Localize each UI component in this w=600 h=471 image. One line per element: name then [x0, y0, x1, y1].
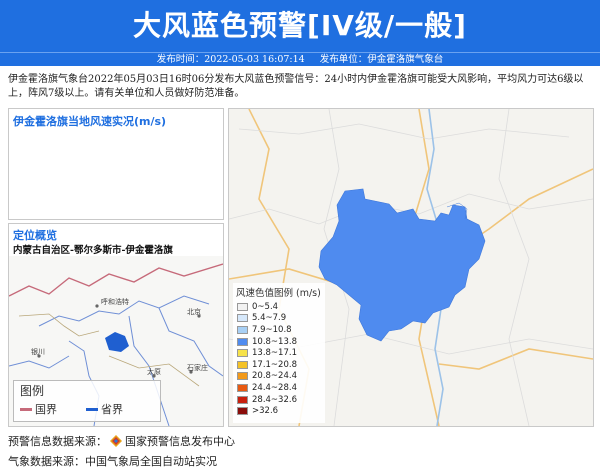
release-center-logo-icon [110, 435, 122, 447]
weather-source-link[interactable]: 中国气象局全国自动站实况 [85, 455, 217, 468]
map-legend: 图例 国界 省界 [13, 380, 161, 422]
weather-source: 气象数据来源：中国气象局全国自动站实况 [8, 455, 217, 468]
wind-color-legend: 风速色值图例 (m/s) 0~5.4 5.4~7.9 7.9~10.8 10.8… [233, 283, 325, 423]
wind-legend-row: 10.8~13.8 [233, 336, 325, 348]
wind-legend-row: >32.6 [233, 405, 325, 417]
wind-legend-row: 0~5.4 [233, 301, 325, 313]
place-beijing: 北京 [187, 307, 201, 316]
meta-bar: 发布时间：2022-05-03 16:07:14 发布单位：伊金霍洛旗气象台 [0, 52, 600, 66]
wind-speed-panel: 伊金霍洛旗当地风速实况(m/s) [8, 108, 224, 220]
wind-panel-title: 伊金霍洛旗当地风速实况(m/s) [13, 115, 167, 128]
location-panel: 定位概览 内蒙古自治区-鄂尔多斯市-伊金霍洛旗 呼和浩特 北京 太原 石家庄 银… [8, 223, 224, 427]
place-shijiazhuang: 石家庄 [187, 363, 208, 372]
place-taiyuan: 太原 [147, 367, 161, 376]
location-path: 内蒙古自治区-鄂尔多斯市-伊金霍洛旗 [13, 245, 173, 256]
publish-time: 发布时间：2022-05-03 16:07:14 [156, 54, 305, 65]
location-panel-title: 定位概览 [13, 229, 57, 242]
wind-legend-title: 风速色值图例 (m/s) [236, 288, 321, 299]
wind-legend-row: 5.4~7.9 [233, 313, 325, 325]
wind-legend-row: 17.1~20.8 [233, 359, 325, 371]
legend-title: 图例 [20, 384, 45, 398]
warning-source: 预警信息数据来源： 国家预警信息发布中心 [8, 435, 235, 448]
wind-legend-row: 24.4~28.4 [233, 382, 325, 394]
warning-title: 大风蓝色预警[IV级/一般] [133, 9, 467, 42]
data-sources: 预警信息数据来源： 国家预警信息发布中心 气象数据来源：中国气象局全国自动站实况 [8, 432, 235, 471]
warning-map-panel: 风速色值图例 (m/s) 0~5.4 5.4~7.9 7.9~10.8 10.8… [228, 108, 594, 427]
legend-item-province-border: 省界 [86, 401, 123, 417]
province-border-swatch [86, 407, 98, 411]
wind-legend-row: 28.4~32.6 [233, 394, 325, 406]
wind-legend-row: 20.8~24.4 [233, 371, 325, 383]
warning-description: 伊金霍洛旗气象台2022年05月03日16时06分发布大风蓝色预警信号：24小时… [8, 74, 584, 99]
wind-legend-row: 7.9~10.8 [233, 324, 325, 336]
wind-legend-row: 13.8~17.1 [233, 347, 325, 359]
legend-item-national-border: 国界 [20, 401, 57, 417]
publisher: 发布单位：伊金霍洛旗气象台 [319, 54, 444, 65]
place-hohhot: 呼和浩特 [101, 297, 129, 306]
national-border-swatch [20, 407, 32, 411]
place-yinchuan: 银川 [31, 347, 45, 356]
warning-banner: 大风蓝色预警[IV级/一般] [0, 0, 600, 52]
warning-source-link[interactable]: 国家预警信息发布中心 [125, 435, 235, 448]
